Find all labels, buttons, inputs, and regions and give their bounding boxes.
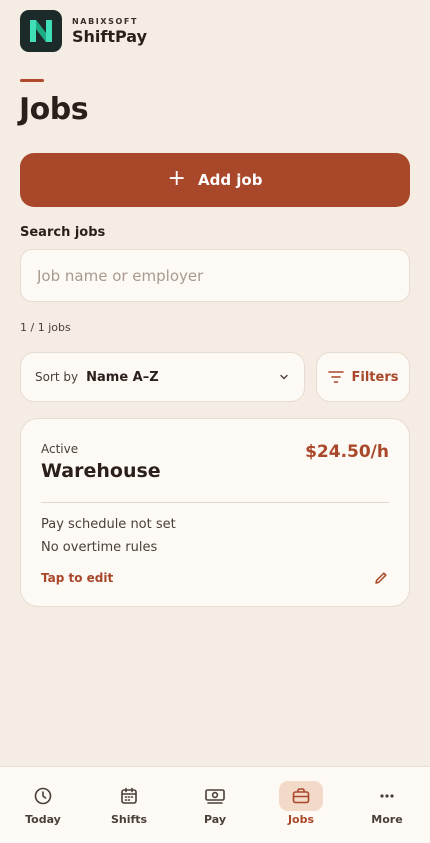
calendar-icon (107, 781, 151, 811)
job-status: Active (41, 442, 79, 456)
add-job-label: Add job (197, 171, 263, 189)
clock-icon (21, 781, 65, 811)
sort-prefix: Sort by (35, 370, 79, 384)
job-pay-schedule: Pay schedule not set (41, 517, 176, 532)
briefcase-icon (279, 781, 323, 811)
app-header: NABIXSOFT ShiftPay (20, 10, 147, 52)
search-input[interactable] (20, 249, 410, 302)
job-card[interactable]: Active Warehouse $24.50/h Pay schedule n… (20, 418, 410, 607)
nav-item-pay[interactable]: Pay (172, 767, 258, 843)
job-overtime: No overtime rules (41, 540, 158, 555)
chevron-down-icon (278, 371, 290, 383)
filters-button[interactable]: Filters (316, 352, 410, 402)
n-logo-icon (20, 10, 62, 52)
nav-item-today[interactable]: Today (0, 767, 86, 843)
more-icon (365, 781, 409, 811)
title-accent-bar (20, 79, 44, 82)
job-edit-label[interactable]: Tap to edit (41, 571, 113, 585)
card-divider (41, 502, 389, 503)
nav-label-pay: Pay (203, 813, 227, 826)
pencil-icon[interactable] (373, 570, 389, 590)
nav-label-today: Today (25, 813, 61, 826)
page-title: Jobs (19, 92, 89, 127)
sort-select[interactable]: Sort by Name A–Z (20, 352, 305, 402)
search-label: Search jobs (20, 225, 106, 240)
nav-label-shifts: Shifts (110, 813, 148, 826)
plus-icon: + (167, 165, 186, 191)
bottom-nav: Today Shifts Pay Jobs More (0, 766, 430, 843)
results-count: 1 / 1 jobs (20, 321, 71, 334)
money-icon (193, 781, 237, 811)
job-name: Warehouse (41, 460, 161, 482)
brand: NABIXSOFT ShiftPay (72, 17, 147, 46)
add-job-button[interactable]: + Add job (20, 153, 410, 207)
filters-label: Filters (351, 369, 399, 385)
brand-app-name: ShiftPay (72, 26, 148, 46)
nav-label-jobs: Jobs (287, 813, 315, 826)
brand-company: NABIXSOFT (72, 16, 139, 26)
nav-label-more: More (371, 813, 403, 826)
nav-item-more[interactable]: More (344, 767, 430, 843)
job-rate: $24.50/h (305, 442, 389, 462)
filter-icon (327, 371, 344, 383)
nav-item-jobs[interactable]: Jobs (258, 767, 344, 843)
nav-item-shifts[interactable]: Shifts (86, 767, 172, 843)
sort-value: Name A–Z (86, 369, 159, 385)
